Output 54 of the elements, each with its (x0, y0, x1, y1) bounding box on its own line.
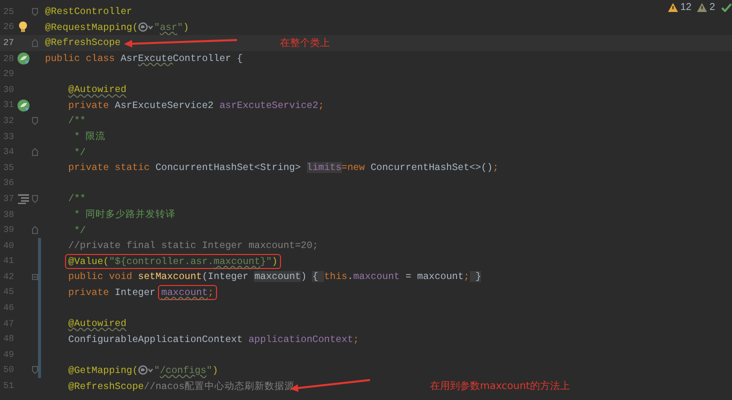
code-line: public void setMaxcount(Integer maxcount) { this.maxcount = maxcount; } (68, 271, 482, 282)
problem-count[interactable]: 2 (709, 2, 715, 13)
code-line: public class AsrExcuteController { (45, 53, 243, 64)
problem-count[interactable]: 12 (680, 2, 692, 13)
code-line: "/configs") (154, 364, 218, 376)
code-line: @RefreshScope (45, 37, 121, 48)
change-marker[interactable] (38, 300, 41, 316)
code-line: @Autowired (68, 84, 126, 96)
unfold-marker-icon[interactable] (32, 274, 38, 280)
highlighted-code: maxcount; (158, 284, 217, 300)
fold-marker-icon[interactable] (32, 116, 38, 125)
warning-icon[interactable] (697, 3, 708, 12)
code-line: @Autowired (68, 318, 126, 330)
line-number: 27 (3, 38, 14, 48)
highlighted-code: @Value("${controller.asr.maxcount}") (65, 254, 281, 269)
code-line: ConfigurableApplicationContext applicationContext; (68, 334, 359, 345)
code-line: "asr") (154, 22, 189, 33)
lightbulb-icon[interactable] (18, 21, 28, 34)
code-line: //private final static Integer maxcount=20; (68, 240, 318, 252)
fold-marker-icon[interactable] (32, 366, 38, 374)
code-line: /** (68, 115, 86, 126)
change-marker[interactable] (38, 238, 41, 254)
fold-marker-icon[interactable] (32, 226, 38, 234)
change-marker[interactable] (38, 284, 41, 300)
change-marker[interactable] (38, 362, 41, 378)
code-line: private Integer (68, 286, 156, 298)
change-marker[interactable] (38, 316, 41, 332)
callout-text: 在用到参数maxcount的方法上 (430, 380, 570, 394)
warning-icon[interactable] (668, 3, 678, 12)
globe-icon[interactable] (138, 22, 154, 32)
code-line: @GetMapping( (68, 364, 138, 376)
fold-marker-icon[interactable] (32, 38, 38, 47)
code-line: */ (74, 224, 86, 236)
bean-icon[interactable] (16, 52, 30, 66)
change-marker[interactable] (38, 347, 41, 363)
change-marker[interactable] (38, 331, 41, 348)
code-line: * 限流 (74, 130, 106, 144)
callout-text: 在整个类上 (280, 36, 330, 50)
bean-icon[interactable] (16, 98, 30, 112)
code-line: @RequestMapping( (45, 22, 138, 33)
code-line: /** (68, 193, 86, 204)
code-line: @RestController (45, 6, 132, 18)
globe-icon[interactable] (138, 365, 154, 376)
fold-marker-icon[interactable] (32, 8, 38, 16)
change-marker[interactable] (38, 254, 41, 270)
code-line: private static ConcurrentHashSet<String> limits=new ConcurrentHashSet<>(); (68, 162, 499, 174)
code-line: private AsrExcuteService2 asrExcuteService2; (68, 100, 324, 111)
list-icon[interactable] (18, 194, 28, 204)
code-line: * 同时多少路并发转译 (74, 208, 176, 222)
code-line: */ (74, 146, 86, 158)
fold-marker-icon[interactable] (32, 148, 38, 156)
checkmark-icon[interactable] (721, 3, 732, 12)
fold-marker-icon[interactable] (32, 194, 38, 203)
change-marker[interactable] (38, 269, 41, 285)
